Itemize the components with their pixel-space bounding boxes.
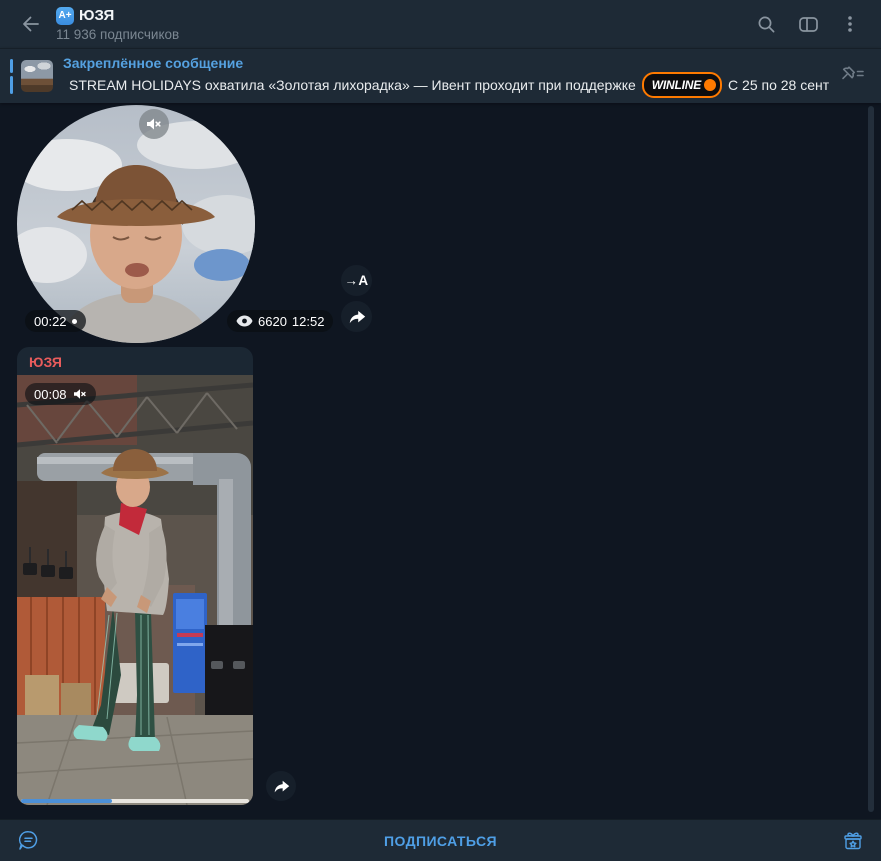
message-time: 12:52 (291, 313, 325, 329)
video-muted-icon (73, 389, 86, 399)
share-arrow-icon (349, 310, 365, 323)
search-icon (758, 16, 774, 32)
message-author[interactable]: ЮЗЯ (17, 347, 253, 375)
gift-button[interactable] (840, 828, 866, 854)
translate-button[interactable]: →A (341, 265, 372, 296)
pinned-title: Закреплённое сообщение (63, 55, 244, 71)
video-note-meta: 6620 12:52 (227, 310, 334, 332)
share-arrow-icon (274, 780, 289, 792)
kebab-menu-icon (848, 16, 852, 32)
pinned-segments (10, 58, 13, 94)
video-progress-fill (21, 799, 113, 803)
back-arrow-icon (23, 16, 39, 32)
subscriber-count: 11 936 подписчиков (56, 26, 180, 42)
chat-header: A+ ЮЗЯ 11 936 подписчиков (0, 0, 881, 48)
share-video-button[interactable] (266, 771, 296, 801)
toggle-sidebar-button[interactable] (791, 7, 825, 41)
translate-label: →A (344, 273, 369, 288)
video-note-duration: 00:22 (25, 310, 86, 332)
views-count: 6620 (258, 313, 287, 329)
share-video-note-button[interactable] (341, 301, 372, 332)
winline-dot (704, 79, 717, 91)
comment-bubble-icon (18, 831, 37, 850)
gift-icon (844, 832, 862, 849)
channel-title: ЮЗЯ (79, 7, 115, 24)
muted-speaker-icon (147, 118, 161, 130)
sidebar-icon (798, 16, 818, 32)
back-button[interactable] (16, 9, 46, 39)
pinned-message-bar[interactable]: Закреплённое сообщение STREAM HOLIDAYS о… (0, 48, 881, 103)
message-area: 00:22 6620 12:52 →A ЮЗЯ 00:08 (0, 103, 881, 819)
pin-list-icon (842, 66, 864, 80)
pinned-thumbnail (21, 60, 53, 92)
scrollbar[interactable] (868, 106, 874, 812)
views-eye-icon (236, 315, 253, 327)
video-duration-badge: 00:08 (25, 383, 96, 405)
bottom-action-bar: ПОДПИСАТЬСЯ (0, 819, 881, 861)
pinned-text-before: STREAM HOLIDAYS охватила «Золотая лихора… (69, 77, 636, 93)
video-message: ЮЗЯ 00:08 (17, 347, 253, 805)
unplayed-dot (71, 318, 77, 324)
video-note-frame (17, 105, 255, 343)
discuss-button[interactable] (15, 828, 41, 854)
video-progress-bar[interactable] (21, 799, 249, 803)
menu-button[interactable] (833, 7, 867, 41)
pinned-message-text: STREAM HOLIDAYS охватила «Золотая лихора… (63, 72, 829, 98)
search-button[interactable] (749, 7, 783, 41)
chat-info[interactable]: A+ ЮЗЯ 11 936 подписчиков (56, 6, 180, 42)
winline-logo: WINLINE (641, 72, 723, 98)
video-player[interactable]: 00:08 (17, 375, 253, 805)
pinned-text-after: С 25 по 28 сентя… (728, 77, 829, 93)
subscribe-button[interactable]: ПОДПИСАТЬСЯ (41, 833, 840, 849)
video-frame (17, 375, 253, 805)
video-note-mute-badge (139, 109, 169, 139)
video-note-message[interactable] (17, 105, 255, 343)
pinned-list-button[interactable] (835, 58, 871, 94)
channel-avatar: A+ (56, 6, 74, 25)
